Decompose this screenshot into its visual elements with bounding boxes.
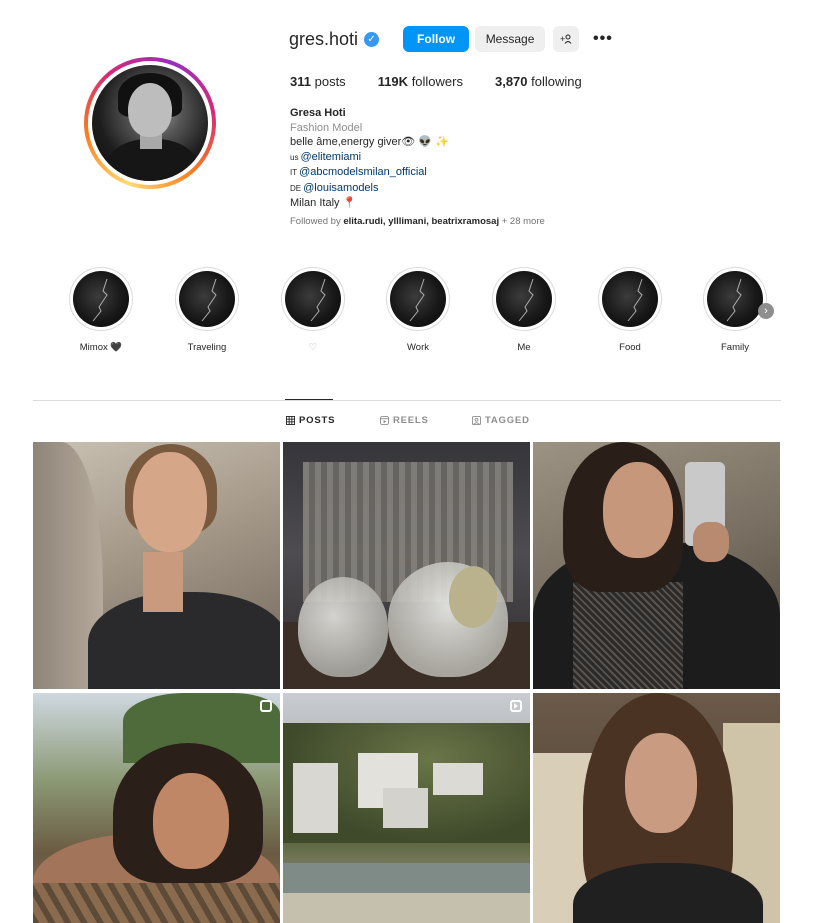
bio-category: Fashion Model [290, 121, 363, 134]
lightning-icon [310, 278, 326, 322]
bio-agency-us: us @elitemiami [290, 150, 362, 163]
avatar-frame [88, 61, 212, 185]
highlight-label: Food [619, 342, 641, 353]
story-highlights: Mimox 🖤 Traveling ♡ Work Me Food Family [0, 267, 815, 367]
bio-full-name: Gresa Hoti [290, 107, 346, 119]
following-count[interactable]: 3,870 following [495, 74, 582, 89]
bio-agency-it: IT @abcmodelsmilan_official [290, 166, 427, 178]
highlight-traveling[interactable]: Traveling [162, 267, 252, 354]
highlight-cover [707, 271, 763, 327]
profile-tabs: POSTS REELS TAGGED [0, 415, 815, 429]
bio-line: belle âme,energy giver👁 👽 ✨ [290, 136, 449, 148]
carousel-icon [260, 700, 272, 712]
agency-de-link[interactable]: @louisamodels [303, 182, 378, 194]
tab-label: TAGGED [485, 415, 530, 426]
lightning-icon [92, 278, 108, 322]
verified-badge-icon: ✓ [364, 31, 380, 47]
post-thumbnail[interactable] [33, 442, 280, 689]
profile-bio: Gresa Hoti Fashion Model belle âme,energ… [290, 106, 449, 211]
highlight-heart[interactable]: ♡ [268, 267, 358, 354]
reels-icon [380, 416, 389, 425]
agency-it-link[interactable]: @abcmodelsmilan_official [299, 166, 427, 178]
highlight-label: Traveling [187, 342, 227, 353]
highlight-cover [390, 271, 446, 327]
highlight-cover [179, 271, 235, 327]
highlight-cover [73, 271, 129, 327]
highlight-label: Family [721, 342, 749, 353]
more-options-icon[interactable]: ••• [593, 30, 613, 48]
follow-button[interactable]: Follow [403, 26, 470, 52]
avatar [92, 65, 208, 181]
reel-icon [510, 700, 522, 712]
lightning-icon [627, 278, 643, 322]
highlight-label: ♡ [308, 342, 318, 353]
tab-label: POSTS [299, 415, 336, 426]
profile-avatar-ring[interactable] [84, 57, 216, 189]
highlight-cover [285, 271, 341, 327]
lightning-icon [409, 278, 425, 322]
lightning-icon [518, 278, 534, 322]
highlight-me[interactable]: Me [479, 267, 569, 354]
highlights-next-icon[interactable]: › [758, 303, 774, 319]
suggested-accounts-button[interactable]: + [553, 26, 580, 52]
profile-username: gres.hoti [289, 28, 359, 49]
profile-stats: 311 posts 119K followers 3,870 following [290, 74, 614, 89]
highlight-cover [602, 271, 658, 327]
highlight-label: Me [517, 342, 531, 353]
tab-posts[interactable]: POSTS [286, 415, 335, 426]
highlight-cover [496, 271, 552, 327]
post-thumbnail[interactable] [283, 693, 530, 923]
grid-icon [286, 416, 295, 425]
highlight-label: Mimox 🖤 [79, 342, 123, 353]
highlight-mimox[interactable]: Mimox 🖤 [56, 267, 146, 354]
post-thumbnail[interactable] [33, 693, 280, 923]
bio-location: Milan Italy 📍 [290, 197, 357, 209]
lightning-icon [201, 278, 217, 322]
followed-by[interactable]: Followed by elita.rudi, ylllimani, beatr… [290, 216, 545, 227]
followed-by-names[interactable]: elita.rudi, ylllimani, beatrixramosaj [343, 216, 499, 227]
message-button[interactable]: Message [475, 26, 546, 52]
active-tab-indicator [285, 399, 333, 400]
lightning-icon [726, 278, 742, 322]
svg-text:+: + [560, 34, 565, 44]
followers-count[interactable]: 119K followers [378, 74, 463, 89]
tagged-icon [472, 416, 481, 425]
post-thumbnail[interactable] [533, 693, 780, 923]
agency-us-link[interactable]: @elitemiami [300, 151, 361, 163]
post-thumbnail[interactable] [283, 442, 530, 689]
highlight-label: Work [407, 342, 429, 353]
posts-count: 311 posts [290, 74, 346, 89]
tabs-divider [33, 400, 781, 401]
tab-reels[interactable]: REELS [380, 415, 429, 426]
highlight-food[interactable]: Food [585, 267, 675, 354]
tab-label: REELS [393, 415, 429, 426]
tab-tagged[interactable]: TAGGED [472, 415, 530, 426]
add-person-icon: + [560, 34, 572, 44]
highlight-work[interactable]: Work [373, 267, 463, 354]
bio-agency-de: DE @louisamodels [290, 181, 379, 194]
profile-top-row: gres.hoti ✓ Follow Message + ••• [289, 26, 613, 52]
post-thumbnail[interactable] [533, 442, 780, 689]
